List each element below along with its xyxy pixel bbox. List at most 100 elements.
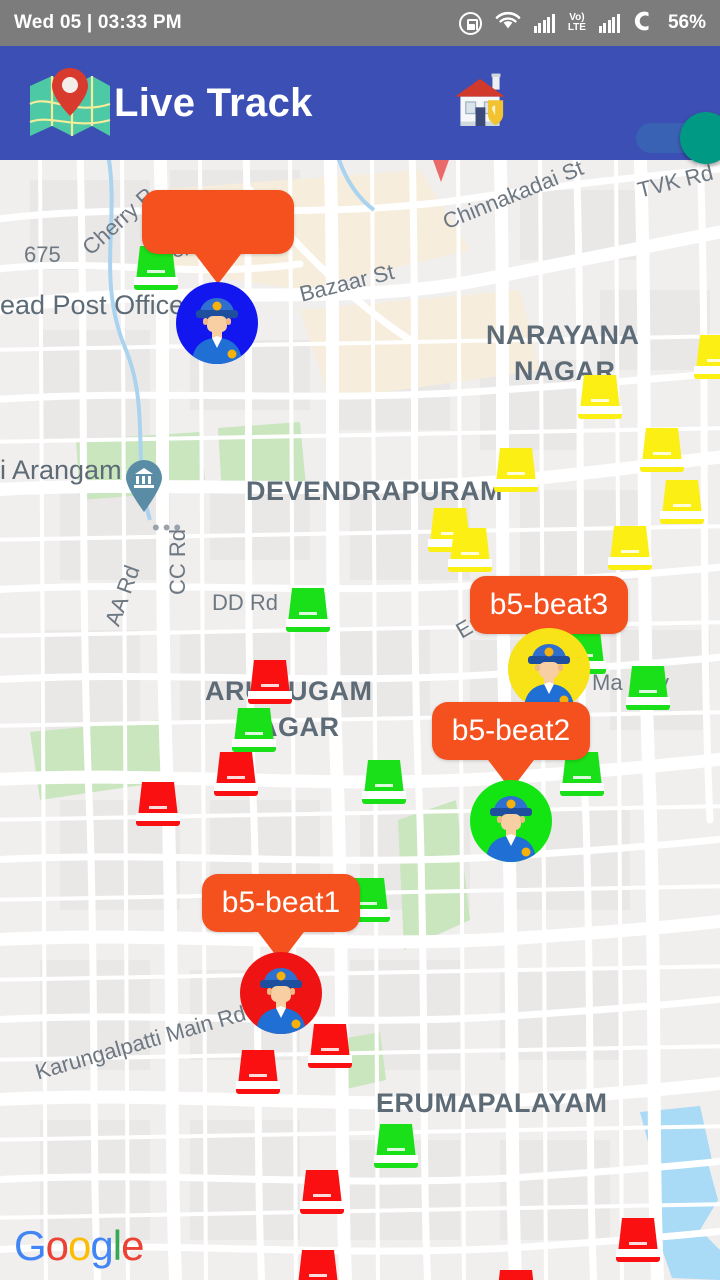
museum-poi-pin[interactable] (124, 460, 164, 512)
book-marker-green[interactable] (626, 666, 670, 712)
book-spine (578, 414, 622, 419)
book-marker-red[interactable] (296, 1250, 340, 1280)
battery-percent-label: 56% (667, 12, 706, 33)
book-spine (374, 1163, 418, 1168)
book-cover (496, 448, 536, 483)
book-band (147, 270, 165, 273)
book-marker-red[interactable] (236, 1050, 280, 1096)
book-band (707, 359, 720, 362)
book-marker-yellow[interactable] (694, 335, 720, 381)
book-cover (238, 1050, 278, 1085)
book-cover (580, 375, 620, 410)
live-tracking-toggle[interactable] (636, 112, 720, 164)
officer-marker-beat3[interactable] (508, 628, 590, 710)
book-band (653, 452, 671, 455)
book-band (375, 784, 393, 787)
rotation-lock-icon (458, 11, 482, 35)
officer-marker-unlabeled[interactable] (176, 282, 258, 364)
wifi-icon (495, 11, 521, 35)
google-watermark: Google (14, 1222, 144, 1269)
map-pin-tip-icon (428, 160, 454, 182)
book-marker-red[interactable] (308, 1024, 352, 1070)
book-cover (642, 428, 682, 463)
book-band (621, 550, 639, 553)
callout-b5-beat3[interactable]: b5-beat3 (470, 576, 628, 664)
book-spine (494, 487, 538, 492)
book-marker-yellow[interactable] (660, 480, 704, 526)
book-band (673, 504, 691, 507)
officer-marker-beat2[interactable] (470, 780, 552, 862)
book-spine (308, 1063, 352, 1068)
book-band (249, 1074, 267, 1077)
book-spine (362, 799, 406, 804)
book-cover (696, 335, 720, 370)
book-spine (134, 285, 178, 290)
toggle-thumb[interactable] (680, 112, 720, 164)
book-marker-yellow[interactable] (608, 526, 652, 572)
book-band (299, 612, 317, 615)
book-spine (448, 567, 492, 572)
map-ellipsis-marker: ••• (152, 515, 185, 540)
book-marker-green[interactable] (286, 588, 330, 634)
book-marker-red[interactable] (136, 782, 180, 828)
book-cover (662, 480, 702, 515)
book-spine (560, 791, 604, 796)
book-marker-red[interactable] (616, 1218, 660, 1264)
book-band (507, 472, 525, 475)
book-marker-yellow[interactable] (640, 428, 684, 474)
book-cover (216, 752, 256, 787)
book-spine (616, 1257, 660, 1262)
signal-bars-icon-2 (598, 13, 620, 33)
map-canvas[interactable]: ••• NARAYANANAGARDEVENDRAPURAMARUMUGAMNA… (0, 160, 720, 1280)
status-bar-icons: Vo) LTE 56% (458, 10, 706, 37)
volte-icon: Vo) LTE (568, 13, 586, 33)
book-band (359, 902, 377, 905)
book-band (629, 1242, 647, 1245)
status-bar-clock: Wed 05 | 03:33 PM (14, 12, 182, 33)
book-marker-yellow[interactable] (578, 375, 622, 421)
book-cover (628, 666, 668, 701)
book-cover (450, 528, 490, 563)
book-band (387, 1148, 405, 1151)
book-band (461, 552, 479, 555)
book-marker-green[interactable] (374, 1124, 418, 1170)
book-marker-red[interactable] (300, 1170, 344, 1216)
page-title: Live Track (114, 80, 313, 125)
book-cover (610, 526, 650, 561)
book-spine (640, 467, 684, 472)
status-bar: Wed 05 | 03:33 PM Vo) LTE 56% (0, 0, 720, 46)
book-marker-red[interactable] (214, 752, 258, 798)
book-band (149, 806, 167, 809)
book-band (321, 1048, 339, 1051)
callout-tail (192, 250, 244, 284)
book-band (309, 1274, 327, 1277)
book-marker-red[interactable] (248, 660, 292, 706)
home-shield-icon[interactable] (444, 64, 516, 140)
book-marker-yellow[interactable] (494, 448, 538, 494)
book-band (313, 1194, 331, 1197)
book-band (227, 776, 245, 779)
book-spine (136, 821, 180, 826)
map-base-graphics (0, 160, 720, 1280)
app-bar: Live Track (0, 46, 720, 164)
book-band (573, 776, 591, 779)
callout-label: b5-beat2 (451, 714, 571, 747)
book-cover (302, 1170, 342, 1205)
callout-unlabeled[interactable] (142, 190, 294, 284)
book-spine (286, 627, 330, 632)
book-marker-yellow[interactable] (448, 528, 492, 574)
book-marker-red[interactable] (494, 1270, 538, 1280)
officer-marker-beat1[interactable] (240, 952, 322, 1034)
book-cover (376, 1124, 416, 1159)
book-cover (496, 1270, 536, 1280)
book-band (639, 690, 657, 693)
callout-b5-beat1[interactable]: b5-beat1 (202, 874, 360, 962)
book-marker-green[interactable] (362, 760, 406, 806)
book-marker-green[interactable] (232, 708, 276, 754)
book-spine (660, 519, 704, 524)
book-spine (300, 1209, 344, 1214)
volte-bottom-text: LTE (567, 22, 586, 33)
book-cover (618, 1218, 658, 1253)
callout-label: b5-beat3 (489, 588, 609, 621)
callout-b5-beat2[interactable]: b5-beat2 (432, 702, 590, 790)
